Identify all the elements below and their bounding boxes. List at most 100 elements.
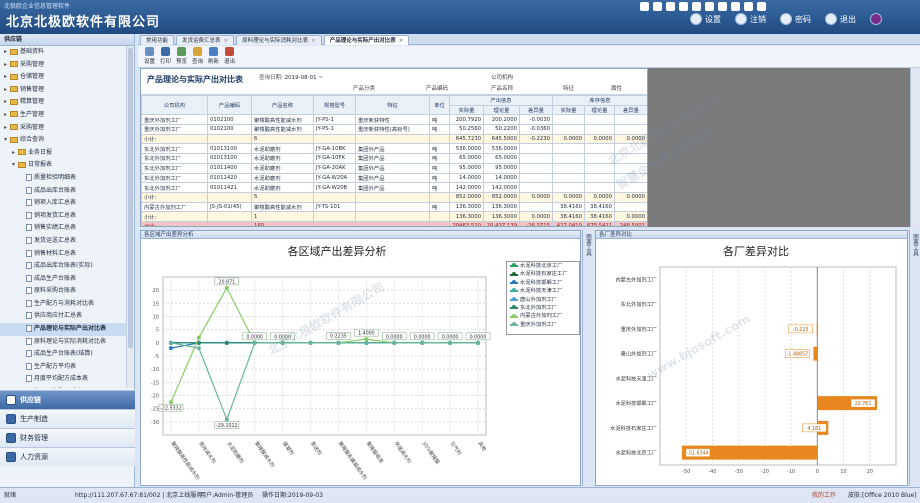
settings-button[interactable]: 设置: [690, 13, 721, 25]
column-header[interactable]: 差异量: [614, 104, 647, 116]
table-row[interactable]: 东北外加剂工厂 01013100 水泥助磨剂 JY-GA-10FK 集团外产品吨 65.0…: [141, 153, 647, 164]
series-point[interactable]: [224, 417, 229, 422]
module-button[interactable]: 供应链: [0, 390, 135, 409]
column-header[interactable]: 理论量: [483, 104, 520, 116]
password-button[interactable]: 密码: [780, 13, 811, 25]
table-row[interactable]: 东北外加剂工厂 01011400 水泥助磨剂 JY-GA-20AK 集团外产品吨 95.0…: [141, 162, 647, 174]
nav-item[interactable]: ▸ 业务日报: [0, 147, 127, 160]
subtotal-row[interactable]: 小计: 1 136.3000 136.3000 0.0000 38.4160 38.4160…: [141, 211, 647, 222]
filter-product-cat[interactable]: 产品分类: [353, 84, 375, 92]
grid-scrollbar[interactable]: [910, 68, 920, 227]
nav-item[interactable]: 成品出库台账表(实际): [0, 260, 127, 273]
bar[interactable]: [816, 321, 818, 336]
series-point[interactable]: [224, 340, 229, 345]
nav-item[interactable]: 销项发货汇总表: [0, 210, 127, 223]
nav-item[interactable]: 供应商应付汇总表: [0, 310, 127, 323]
column-header[interactable]: 实际量: [449, 104, 484, 116]
column-header[interactable]: 单位: [429, 94, 450, 116]
nav-item[interactable]: 质量检验明细表: [0, 172, 127, 185]
sidebar-scrollbar[interactable]: [126, 46, 134, 388]
column-header[interactable]: 规格型号: [313, 94, 356, 116]
column-header[interactable]: 特征: [355, 94, 430, 116]
series-point[interactable]: [252, 340, 257, 345]
nav-item[interactable]: 成品出库台账表: [0, 185, 127, 198]
logout-button[interactable]: 注销: [735, 13, 766, 25]
table-row[interactable]: 东北外加剂工厂 01011421 水泥助磨剂 JY-GA-W20B 集团外产品吨 142.…: [141, 182, 647, 193]
series-point[interactable]: [476, 340, 480, 345]
bar[interactable]: [813, 346, 818, 361]
nav-item[interactable]: ▾ 日常报表: [0, 159, 127, 172]
column-header[interactable]: 理论量: [584, 104, 615, 116]
legend-item[interactable]: 内蒙古外加剂工厂: [507, 312, 579, 320]
legend-item[interactable]: 水泥科技石家庄工厂: [507, 270, 579, 278]
series-point[interactable]: [169, 346, 173, 351]
column-header[interactable]: 产品编码: [207, 94, 252, 116]
nav-item[interactable]: 销项入库汇总表: [0, 197, 127, 210]
table-row[interactable]: 重庆外加剂工厂 0102100 聚羧酸高性能减水剂 JY-PS-1 重庆新获特性(高标号…: [141, 124, 647, 135]
nav-item[interactable]: 生产配方与消耗对比表: [0, 298, 127, 311]
right-tool-strip-2[interactable]: 图表工具: [909, 230, 920, 486]
exit-button[interactable]: 退出: [222, 46, 237, 67]
filter-product-name[interactable]: 产品名称: [491, 84, 513, 92]
my-work-link[interactable]: 我的工作: [812, 488, 836, 503]
series-point[interactable]: [336, 340, 341, 345]
exit-button[interactable]: 退出: [825, 13, 856, 25]
nav-item[interactable]: ▸ 基础资料: [0, 46, 127, 59]
legend-item[interactable]: 水泥科技北京工厂: [507, 262, 579, 270]
filter-spec[interactable]: 特征: [563, 84, 574, 92]
legend-item[interactable]: 唐山外加剂工厂: [507, 296, 579, 304]
nav-item[interactable]: 销售实绩汇总表: [0, 222, 127, 235]
subtotal-row[interactable]: 小计: 6 645.7230 645.5000 -0.2230 0.0000 0.0000 0…: [141, 133, 647, 145]
tab[interactable]: 发货运费汇总表 ×: [176, 35, 235, 45]
series-point[interactable]: [169, 340, 173, 345]
nav-item[interactable]: ▸ 仓储管理: [0, 71, 127, 84]
help-button[interactable]: [870, 13, 882, 25]
table-row[interactable]: 东北外加剂工厂 01013100 水泥助磨剂 JY-GA-10BK 集团外产品吨 536.…: [141, 143, 647, 155]
series-point[interactable]: [169, 400, 173, 405]
tab[interactable]: 常用功能: [140, 35, 175, 45]
right-tool-strip-1[interactable]: 图表工具: [582, 230, 591, 486]
total-row[interactable]: 合计: 160 20463.51020,437.139-26.3715427.041…: [141, 220, 647, 226]
module-button[interactable]: 生产制造: [0, 409, 135, 428]
column-header[interactable]: 产品名称: [251, 94, 314, 116]
table-row[interactable]: 东北外加剂工厂 01011420 水泥助磨剂 JY-GA-W20A 集团外产品吨 14.0…: [141, 172, 647, 184]
nav-item[interactable]: ▸ 采购管理: [0, 122, 127, 135]
series-point[interactable]: [196, 335, 201, 340]
table-row[interactable]: 内蒙古外加剂工厂 JS-JS-01(45) 聚羧酸高性能减水剂 JY-TS-101 吨 1…: [141, 201, 647, 213]
nav-item[interactable]: ▾ 综合查询: [0, 134, 127, 147]
column-header[interactable]: 差异量: [519, 104, 553, 116]
series-point[interactable]: [392, 340, 397, 345]
filter-attr[interactable]: 属性: [611, 84, 622, 92]
legend-item[interactable]: 水泥科技邯郸工厂: [507, 279, 579, 287]
module-button[interactable]: 财务管理: [0, 428, 135, 447]
nav-item[interactable]: 原料理论与实际消耗对比表: [0, 336, 127, 349]
series-point[interactable]: [448, 340, 453, 345]
series-point[interactable]: [280, 340, 285, 345]
print-button[interactable]: 打印: [158, 46, 173, 67]
module-button[interactable]: 人力资源: [0, 447, 135, 466]
series-point[interactable]: [224, 285, 229, 290]
legend-item[interactable]: 东北外加剂工厂: [507, 304, 579, 312]
series-point[interactable]: [196, 346, 201, 351]
nav-item[interactable]: ▸ 生产管理: [0, 109, 127, 122]
nav-item[interactable]: ▸ 精算管理: [0, 96, 127, 109]
nav-item[interactable]: 期间平均配方成本表: [0, 386, 127, 388]
close-icon[interactable]: ×: [224, 38, 229, 44]
series-point[interactable]: [308, 340, 313, 345]
tab[interactable]: 原料理论与实际消耗对比表 ×: [236, 35, 322, 45]
nav-item[interactable]: 原料采购台账表: [0, 285, 127, 298]
nav-item[interactable]: ▸ 采购管理: [0, 59, 127, 72]
filter-company[interactable]: 公司机构: [491, 73, 513, 81]
series-point[interactable]: [420, 340, 425, 345]
filter-product-code[interactable]: 产品编码: [426, 84, 448, 92]
close-icon[interactable]: ×: [399, 38, 404, 44]
settings-button[interactable]: 设置: [142, 46, 157, 67]
query-button[interactable]: 查询: [190, 46, 205, 67]
close-icon[interactable]: ×: [311, 38, 316, 44]
nav-item[interactable]: 成品生产台账表(结算): [0, 348, 127, 361]
nav-item[interactable]: 生产配方平均表: [0, 361, 127, 374]
nav-item[interactable]: ▸ 销售管理: [0, 84, 127, 97]
refresh-button[interactable]: 刷新: [206, 46, 221, 67]
legend-item[interactable]: 水泥科技天津工厂: [507, 287, 579, 295]
nav-item[interactable]: 发货运送汇总表: [0, 235, 127, 248]
